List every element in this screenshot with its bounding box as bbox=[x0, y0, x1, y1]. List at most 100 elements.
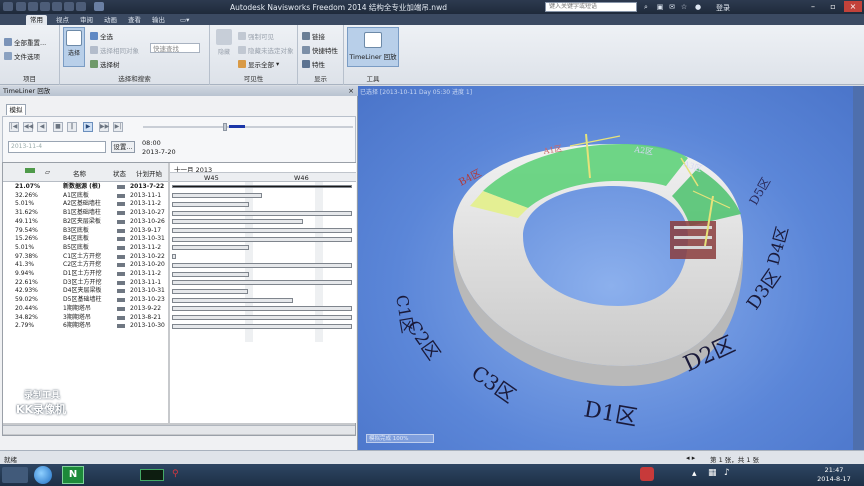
column-planned-start[interactable]: 计划开始 bbox=[136, 168, 162, 178]
gantt-bar[interactable] bbox=[172, 219, 304, 225]
tab-animation[interactable]: 动画 bbox=[100, 15, 121, 25]
tab-view[interactable]: 查看 bbox=[124, 15, 145, 25]
links-button[interactable]: 链接 bbox=[302, 31, 325, 41]
gantt-bar[interactable] bbox=[172, 271, 250, 277]
date-picker-field[interactable]: 2013-11-4 bbox=[8, 141, 106, 153]
viewport-scrollbar[interactable] bbox=[853, 86, 864, 450]
login-link[interactable]: 登录 bbox=[716, 3, 730, 13]
timeline-slider-track[interactable] bbox=[143, 126, 353, 128]
table-row[interactable]: 15.26% B4区底板 2013-10-31 bbox=[3, 235, 168, 244]
gantt-bar[interactable] bbox=[172, 323, 352, 329]
timeliner-playback-button[interactable]: TimeLiner 回放 bbox=[347, 27, 399, 67]
rewind-start-button[interactable]: |◀ bbox=[9, 122, 19, 132]
table-row[interactable]: 97.38% C1区土方开挖 2013-10-22 bbox=[3, 253, 168, 262]
gantt-bar[interactable] bbox=[172, 236, 352, 242]
subscription-icon[interactable]: ▣ bbox=[656, 3, 664, 11]
panel-close-icon[interactable]: × bbox=[348, 86, 354, 96]
gantt-bar[interactable] bbox=[172, 280, 352, 286]
user-icon[interactable]: ● bbox=[694, 3, 702, 11]
model-render[interactable]: C1区 C2区 C3区 D1区 D2区 D3区 D4区 D5区 B4区 A1区 … bbox=[358, 86, 864, 450]
gantt-bar[interactable] bbox=[172, 245, 250, 251]
reverse-play-button[interactable]: ◀ bbox=[37, 122, 47, 132]
new-icon[interactable] bbox=[16, 2, 26, 11]
tab-extra-dropdown[interactable]: ▭▾ bbox=[176, 15, 193, 25]
table-row[interactable]: 5.01% A2区基础墙柱 2013-11-2 bbox=[3, 200, 168, 209]
file-options-button[interactable]: 文件选项 bbox=[4, 51, 40, 61]
reset-all-button[interactable]: 全部重置... bbox=[4, 37, 46, 47]
app-menu-icon[interactable] bbox=[3, 2, 13, 11]
gantt-bar[interactable] bbox=[172, 262, 352, 268]
forward-end-button[interactable]: ▶| bbox=[113, 122, 123, 132]
navisworks-app-icon[interactable]: N bbox=[62, 466, 84, 484]
table-row[interactable]: 31.62% B1区基础墙柱 2013-10-27 bbox=[3, 209, 168, 218]
gantt-bar[interactable] bbox=[172, 184, 352, 188]
close-button[interactable]: × bbox=[844, 1, 862, 12]
show-all-button[interactable]: 显示全部 ▾ bbox=[238, 59, 279, 69]
tab-output[interactable]: 输出 bbox=[148, 15, 169, 25]
select-all-button[interactable]: 全选 bbox=[90, 31, 113, 41]
stop-button[interactable]: ■ bbox=[53, 122, 63, 132]
force-visible-button[interactable]: 强制可见 bbox=[238, 31, 274, 41]
network-icon[interactable]: ▦ bbox=[708, 468, 717, 478]
timeline-slider-thumb[interactable] bbox=[223, 123, 227, 131]
quick-find-input[interactable]: 快速查找 bbox=[150, 43, 200, 53]
table-row[interactable]: 59.02% D5区基础墙柱 2013-10-23 bbox=[3, 296, 168, 305]
tab-simulate[interactable]: 模拟 bbox=[6, 104, 26, 115]
select-same-button[interactable]: 选择相同对象 bbox=[90, 45, 139, 55]
quick-properties-button[interactable]: 快捷特性 bbox=[302, 45, 338, 55]
search-input[interactable]: 键入关键字或短语 bbox=[545, 2, 637, 12]
selection-tree-button[interactable]: 选择树 bbox=[90, 59, 120, 69]
select-button[interactable]: 选择 bbox=[63, 27, 85, 67]
save-icon[interactable] bbox=[40, 2, 50, 11]
active-column-icon[interactable] bbox=[25, 168, 35, 173]
antenna-icon[interactable]: ⚲ bbox=[172, 469, 179, 479]
step-forward-button[interactable]: ▶▶ bbox=[99, 122, 109, 132]
play-button[interactable]: ▶ bbox=[83, 122, 93, 132]
search-icon[interactable]: ⌕ bbox=[642, 3, 650, 11]
3d-viewport[interactable]: 已选择 [2013-10-11 Day 05:30 进度 1] C1区 C2区 bbox=[358, 86, 864, 450]
show-desktop-icon[interactable] bbox=[2, 467, 28, 483]
tray-expand-icon[interactable]: ▴ bbox=[692, 469, 697, 479]
table-row[interactable]: 34.82% 3期期塔吊 2013-8-21 bbox=[3, 314, 168, 323]
settings-button[interactable]: 设置... bbox=[111, 141, 135, 153]
table-row[interactable]: 49.11% B2区夹层梁板 2013-10-26 bbox=[3, 218, 168, 227]
print-icon[interactable] bbox=[52, 2, 62, 11]
gantt-bar[interactable] bbox=[172, 297, 293, 303]
tab-review[interactable]: 审阅 bbox=[76, 15, 97, 25]
gantt-bar[interactable] bbox=[172, 228, 352, 233]
maximize-button[interactable]: ▫ bbox=[824, 1, 842, 12]
hide-button[interactable]: 隐藏 bbox=[213, 27, 235, 67]
column-name[interactable]: 名称 bbox=[73, 168, 86, 178]
table-row[interactable]: 5.01% B5区底板 2013-11-2 bbox=[3, 244, 168, 253]
step-back-button[interactable]: ◀◀ bbox=[23, 122, 33, 132]
table-row[interactable]: 42.93% D4区夹层梁板 2013-10-31 bbox=[3, 287, 168, 296]
cursor-select-icon[interactable] bbox=[94, 2, 104, 11]
note-column-icon[interactable]: ▱ bbox=[45, 168, 50, 176]
table-row[interactable]: 21.07% 新数据源 (根) 2013-7-22 bbox=[3, 183, 168, 192]
tab-home[interactable]: 常用 bbox=[26, 15, 47, 25]
open-icon[interactable] bbox=[28, 2, 38, 11]
favorites-icon[interactable]: ☆ bbox=[680, 3, 688, 11]
start-button[interactable] bbox=[34, 466, 52, 484]
tab-viewpoint[interactable]: 视点 bbox=[52, 15, 73, 25]
minimize-button[interactable]: – bbox=[804, 1, 822, 12]
redo-icon[interactable] bbox=[76, 2, 86, 11]
table-row[interactable]: 9.94% D1区土方开挖 2013-11-2 bbox=[3, 270, 168, 279]
horizontal-scrollbar[interactable] bbox=[3, 425, 355, 434]
gantt-bar[interactable] bbox=[172, 315, 352, 320]
gantt-bar[interactable] bbox=[172, 254, 176, 260]
pause-button[interactable]: ‖ bbox=[67, 122, 77, 132]
tray-app-icon[interactable] bbox=[640, 467, 654, 481]
gantt-bar[interactable] bbox=[172, 288, 248, 294]
gantt-bar[interactable] bbox=[172, 193, 262, 199]
gantt-bar[interactable] bbox=[172, 210, 352, 216]
table-row[interactable]: 79.54% B3区底板 2013-9-17 bbox=[3, 227, 168, 236]
communication-icon[interactable]: ✉ bbox=[668, 3, 676, 11]
volume-icon[interactable]: ♪ bbox=[724, 468, 730, 478]
gantt-bar[interactable] bbox=[172, 306, 352, 312]
gantt-bar[interactable] bbox=[172, 201, 250, 207]
hide-unselected-button[interactable]: 隐藏未选定对象 bbox=[238, 45, 294, 55]
table-row[interactable]: 20.44% 1期期塔吊 2013-9-22 bbox=[3, 305, 168, 314]
column-status[interactable]: 状态 bbox=[113, 168, 126, 178]
table-row[interactable]: 2.79% 6期期塔吊 2013-10-30 bbox=[3, 322, 168, 331]
